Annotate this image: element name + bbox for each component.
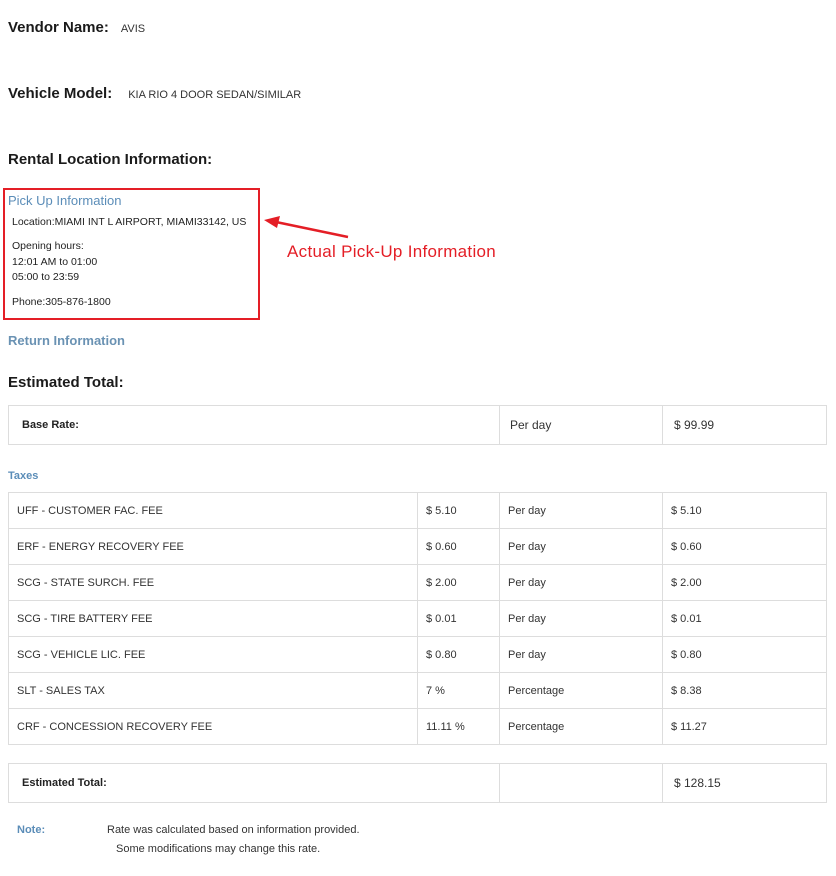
tax-name: SCG - VEHICLE LIC. FEE bbox=[8, 636, 418, 673]
base-rate-label: Base Rate: bbox=[8, 405, 500, 445]
estimated-total-table: Estimated Total: $ 128.15 bbox=[8, 763, 827, 803]
table-row: SLT - SALES TAX 7 % Percentage $ 8.38 bbox=[8, 672, 827, 709]
tax-unit: Percentage bbox=[499, 672, 663, 709]
table-row: ERF - ENERGY RECOVERY FEE $ 0.60 Per day… bbox=[8, 528, 827, 565]
vendor-row: Vendor Name: AVIS bbox=[8, 19, 145, 36]
tax-amount: $ 11.27 bbox=[662, 708, 827, 745]
pickup-location: Location:MIAMI INT L AIRPORT, MIAMI33142… bbox=[12, 216, 247, 228]
annotation-label: Actual Pick-Up Information bbox=[287, 242, 497, 261]
base-rate-unit: Per day bbox=[499, 405, 663, 445]
return-info-heading[interactable]: Return Information bbox=[8, 333, 125, 348]
tax-name: CRF - CONCESSION RECOVERY FEE bbox=[8, 708, 418, 745]
tax-rate: $ 0.01 bbox=[417, 600, 500, 637]
table-row: SCG - STATE SURCH. FEE $ 2.00 Per day $ … bbox=[8, 564, 827, 601]
tax-name: UFF - CUSTOMER FAC. FEE bbox=[8, 492, 418, 529]
estimated-total-heading: Estimated Total: bbox=[8, 374, 124, 391]
estimated-total-label: Estimated Total: bbox=[8, 763, 500, 803]
tax-amount: $ 0.80 bbox=[662, 636, 827, 673]
vehicle-model-value: KIA RIO 4 DOOR SEDAN/SIMILAR bbox=[128, 89, 302, 101]
vendor-label: Vendor Name: bbox=[8, 19, 109, 36]
table-row: Estimated Total: $ 128.15 bbox=[8, 763, 827, 803]
table-row: SCG - VEHICLE LIC. FEE $ 0.80 Per day $ … bbox=[8, 636, 827, 673]
tax-unit: Per day bbox=[499, 600, 663, 637]
tax-rate: $ 0.80 bbox=[417, 636, 500, 673]
base-rate-amount: $ 99.99 bbox=[662, 405, 827, 445]
tax-rate: $ 0.60 bbox=[417, 528, 500, 565]
vehicle-model-row: Vehicle Model: KIA RIO 4 DOOR SEDAN/SIMI… bbox=[8, 85, 301, 102]
table-row: Base Rate: Per day $ 99.99 bbox=[8, 405, 827, 445]
tax-unit: Per day bbox=[499, 564, 663, 601]
tax-amount: $ 8.38 bbox=[662, 672, 827, 709]
tax-amount: $ 0.60 bbox=[662, 528, 827, 565]
table-row: UFF - CUSTOMER FAC. FEE $ 5.10 Per day $… bbox=[8, 492, 827, 529]
taxes-heading: Taxes bbox=[8, 470, 39, 482]
tax-rate: $ 2.00 bbox=[417, 564, 500, 601]
pickup-hours-line: 12:01 AM to 01:00 bbox=[12, 256, 98, 268]
tax-name: ERF - ENERGY RECOVERY FEE bbox=[8, 528, 418, 565]
note-label: Note: bbox=[17, 824, 46, 836]
vendor-value: AVIS bbox=[120, 23, 146, 35]
rental-location-heading: Rental Location Information: bbox=[8, 151, 213, 168]
tax-unit: Percentage bbox=[499, 708, 663, 745]
table-row: CRF - CONCESSION RECOVERY FEE 11.11 % Pe… bbox=[8, 708, 827, 745]
table-row: SCG - TIRE BATTERY FEE $ 0.01 Per day $ … bbox=[8, 600, 827, 637]
annotation-arrow-icon bbox=[264, 216, 349, 239]
tax-amount: $ 0.01 bbox=[662, 600, 827, 637]
vehicle-model-label: Vehicle Model: bbox=[8, 85, 113, 102]
tax-rate: $ 5.10 bbox=[417, 492, 500, 529]
note-text-line: Rate was calculated based on information… bbox=[107, 824, 360, 836]
estimated-total-amount: $ 128.15 bbox=[662, 763, 827, 803]
tax-unit: Per day bbox=[499, 636, 663, 673]
base-rate-table: Base Rate: Per day $ 99.99 bbox=[8, 405, 827, 445]
tax-unit: Per day bbox=[499, 528, 663, 565]
note-text-line: Some modifications may change this rate. bbox=[116, 843, 321, 855]
pickup-hours-line: 05:00 to 23:59 bbox=[12, 271, 80, 283]
tax-amount: $ 5.10 bbox=[662, 492, 827, 529]
tax-name: SCG - STATE SURCH. FEE bbox=[8, 564, 418, 601]
pickup-hours-label: Opening hours: bbox=[12, 240, 84, 252]
tax-name: SLT - SALES TAX bbox=[8, 672, 418, 709]
pickup-info-heading[interactable]: Pick Up Information bbox=[8, 193, 121, 208]
tax-unit: Per day bbox=[499, 492, 663, 529]
pickup-phone: Phone:305-876-1800 bbox=[12, 296, 111, 308]
tax-rate: 11.11 % bbox=[417, 708, 500, 745]
tax-name: SCG - TIRE BATTERY FEE bbox=[8, 600, 418, 637]
tax-rate: 7 % bbox=[417, 672, 500, 709]
estimated-total-spacer bbox=[499, 763, 663, 803]
taxes-table: UFF - CUSTOMER FAC. FEE $ 5.10 Per day $… bbox=[8, 492, 827, 745]
tax-amount: $ 2.00 bbox=[662, 564, 827, 601]
